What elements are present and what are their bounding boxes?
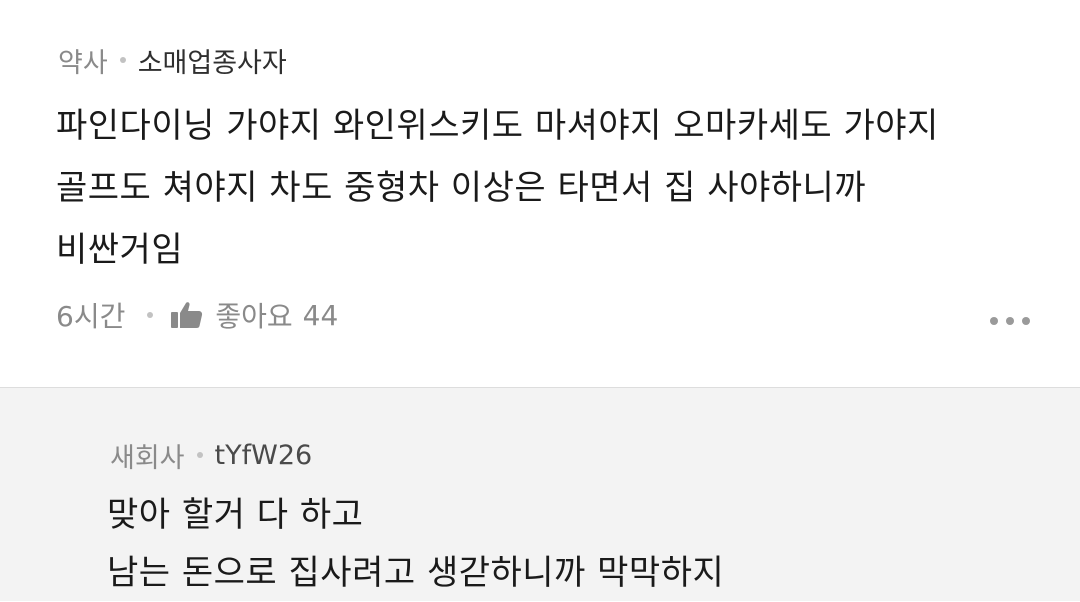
separator-dot: [119, 57, 126, 63]
reply-body-line: 남는 돈으로 집사려고 생갇하니까 막막하지: [107, 553, 725, 593]
author-name[interactable]: 소매업종사자: [138, 41, 287, 80]
reply-card: 새회사 tYfW26 맞아 할거 다 하고 남는 돈으로 집사려고 생갇하니까 …: [0, 387, 1080, 601]
like-label: 좋아요: [215, 300, 293, 333]
reply-body-line: 맞아 할거 다 하고: [107, 495, 364, 535]
more-dots-icon: [990, 317, 998, 325]
comment-body: 파인다이닝 가야지 와인위스키도 마셔야지 오마카세도 가야지 골프도 쳐야지 …: [56, 95, 1046, 281]
thumbs-up-icon: [171, 302, 203, 328]
reply-meta: 새회사 tYfW26: [110, 435, 312, 475]
comment-card: 약사 소매업종사자 파인다이닝 가야지 와인위스키도 마셔야지 오마카세도 가야…: [0, 0, 1080, 387]
comment-meta: 약사 소매업종사자: [58, 40, 287, 80]
comment-body-line: 파인다이닝 가야지 와인위스키도 마셔야지 오마카세도 가야지: [56, 106, 939, 146]
more-options-button[interactable]: [990, 317, 1030, 325]
comment-footer: 6시간 좋아요 44: [56, 295, 338, 335]
more-dots-icon: [1006, 317, 1014, 325]
reply-author-name[interactable]: tYfW26: [215, 440, 313, 471]
reply-body: 맞아 할거 다 하고 남는 돈으로 집사려고 생갇하니까 막막하지: [107, 486, 1047, 602]
reply-author-type: 새회사: [110, 442, 185, 474]
like-button[interactable]: 좋아요 44: [171, 295, 338, 335]
comment-time: 6시간: [56, 300, 126, 333]
comment-body-line: 비싼거임: [56, 230, 184, 270]
more-dots-icon: [1022, 317, 1030, 325]
like-count: 44: [302, 298, 339, 332]
author-type: 약사: [58, 47, 108, 79]
separator-dot: [196, 452, 203, 458]
comment-body-line: 골프도 쳐야지 차도 중형차 이상은 타면서 집 사야하니까: [56, 168, 867, 208]
separator-dot: [147, 312, 154, 318]
